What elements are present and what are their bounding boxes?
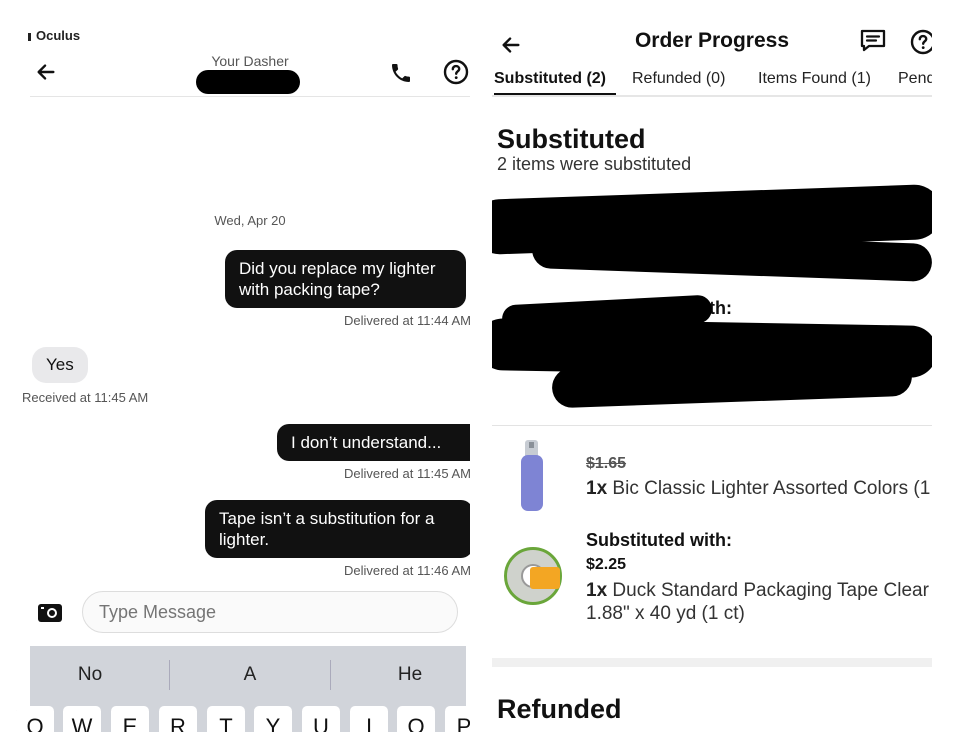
tabs-divider [492, 95, 932, 97]
header-label: Your Dasher [211, 53, 289, 69]
key-r[interactable]: R [159, 706, 197, 732]
message-status: Delivered at 11:46 AM [344, 563, 470, 578]
call-button[interactable] [386, 58, 416, 88]
message-status: Received at 11:45 AM [22, 390, 149, 405]
key-o[interactable]: O [397, 706, 435, 732]
tab-items-found[interactable]: Items Found (1) [758, 70, 871, 88]
original-qty: 1x [586, 478, 608, 499]
refunded-section-title: Refunded [497, 694, 622, 724]
message-bubble-sent: Tape isn’t a substitution for a lighter. [205, 500, 470, 558]
back-arrow-icon [502, 37, 520, 53]
back-button[interactable] [32, 58, 60, 86]
help-button[interactable] [908, 27, 932, 57]
date-separator: Wed, Apr 20 [214, 213, 286, 228]
back-arrow-icon [37, 64, 55, 80]
message-bubble-received: Yes [32, 347, 88, 383]
key-e[interactable]: E [111, 706, 149, 732]
original-price: $1.65 [586, 455, 627, 472]
tab-refunded[interactable]: Refunded (0) [632, 70, 725, 88]
camera-button[interactable] [36, 599, 64, 625]
keyboard: No A He Q W E R T Y U I O P [16, 646, 470, 732]
chat-screen: Oculus Your Dasher Wed, Apr 20 Did you r… [0, 0, 470, 732]
suggestion-divider [169, 660, 170, 690]
redacted-name [196, 70, 300, 94]
header-divider [30, 96, 470, 97]
camera-icon [38, 604, 62, 622]
help-icon [910, 29, 932, 55]
substituted-with-label: Substituted with: [586, 530, 732, 550]
tab-pending[interactable]: Pending [898, 70, 932, 88]
tab-substituted[interactable]: Substituted (2) [494, 70, 606, 88]
message-bubble-sent: Did you replace my lighter with packing … [225, 250, 466, 308]
message-input-wrapper [82, 591, 458, 633]
suggestion-no[interactable]: No [20, 646, 160, 704]
suggestion-a[interactable]: A [180, 646, 320, 704]
order-progress-screen: Order Progress Substituted (2) Refunded … [492, 0, 932, 732]
chat-button[interactable] [858, 27, 888, 55]
help-icon [443, 59, 469, 85]
key-t[interactable]: T [207, 706, 245, 732]
key-q[interactable]: Q [16, 706, 54, 732]
key-y[interactable]: Y [254, 706, 292, 732]
status-bar-app: Oculus [28, 28, 80, 43]
message-bubble-sent: I don’t understand... [277, 424, 470, 461]
substitute-name-line2: 1.88" x 40 yd (1 ct) [586, 603, 745, 624]
message-input[interactable] [97, 600, 457, 624]
redacted-substitution: Substituted with: [492, 182, 932, 422]
suggestion-he[interactable]: He [340, 646, 470, 704]
substitute-qty: 1x [586, 580, 608, 601]
key-p[interactable]: P [445, 706, 470, 732]
message-status: Delivered at 11:45 AM [344, 466, 470, 481]
help-button[interactable] [440, 56, 470, 88]
lighter-image [520, 440, 544, 512]
section-divider [492, 658, 932, 667]
key-u[interactable]: U [302, 706, 340, 732]
page-title: Order Progress [634, 29, 790, 52]
chat-icon [860, 29, 886, 52]
original-name: Bic Classic Lighter Assorted Colors (1 c… [612, 478, 932, 499]
substitute-name: Duck Standard Packaging Tape Clear [612, 580, 929, 601]
item-divider [492, 425, 932, 426]
substitute-item: 1x Duck Standard Packaging Tape Clear [586, 580, 929, 602]
section-subtitle: 2 items were substituted [497, 154, 692, 174]
phone-icon [392, 64, 410, 82]
back-button[interactable] [496, 30, 526, 60]
message-status: Delivered at 11:44 AM [344, 313, 470, 328]
suggestion-divider [330, 660, 331, 690]
tape-image [504, 547, 564, 607]
original-item: 1x Bic Classic Lighter Assorted Colors (… [586, 478, 932, 500]
section-title: Substituted [497, 124, 646, 154]
substitute-price: $2.25 [586, 556, 627, 573]
key-w[interactable]: W [63, 706, 101, 732]
key-i[interactable]: I [350, 706, 388, 732]
